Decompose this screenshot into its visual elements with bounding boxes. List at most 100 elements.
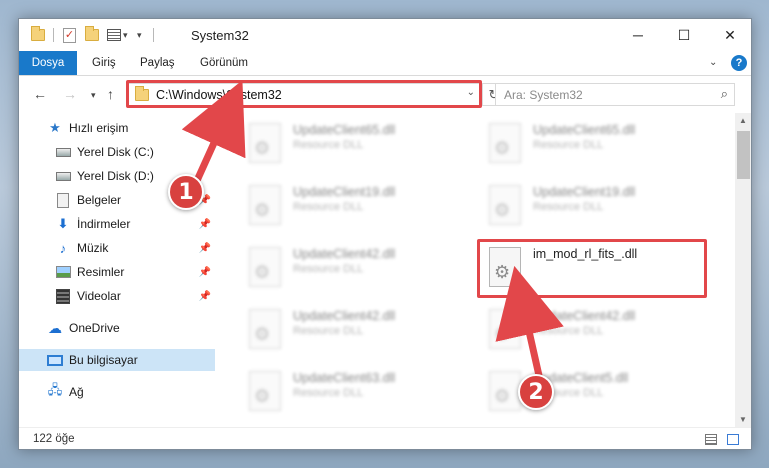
ribbon-tabs: Dosya Giriş Paylaş Görünüm ⌄ ?	[19, 51, 751, 76]
nav-item-label: Müzik	[77, 241, 109, 255]
nav-item-music[interactable]: ♪ Müzik 📌	[19, 237, 215, 259]
file-description: Resource DLL	[293, 387, 364, 399]
quick-access-dropdown-icon[interactable]: ▾	[137, 27, 142, 43]
nav-item-quick-access[interactable]: ★ Hızlı erişim	[19, 117, 215, 139]
title-bar: ✓ ▾ ▾ System32 ─ ☐ ✕	[19, 19, 751, 51]
vertical-scrollbar[interactable]: ▲ ▼	[735, 113, 751, 427]
pin-icon[interactable]: 📌	[199, 243, 211, 254]
recent-locations-chevron-icon[interactable]: ▾	[91, 90, 96, 101]
dll-file-icon	[489, 123, 521, 163]
navigation-pane: ★ Hızlı erişim Yerel Disk (C:) Yerel Dis…	[19, 113, 215, 427]
file-description: Resource DLL	[533, 139, 604, 151]
file-item[interactable]: UpdateClient65.dll Resource DLL	[477, 119, 697, 171]
computer-icon	[47, 352, 63, 368]
nav-item-label: Hızlı erişim	[69, 121, 129, 135]
toolbar-separator	[53, 27, 54, 43]
scrollbar-thumb[interactable]	[737, 131, 750, 179]
file-description: Resource DLL	[533, 325, 604, 337]
forward-arrow-icon[interactable]: →	[63, 86, 77, 102]
dll-file-icon	[489, 185, 521, 225]
new-folder-icon[interactable]	[85, 26, 99, 43]
dll-file-icon	[249, 247, 281, 287]
back-arrow-icon[interactable]: ←	[33, 86, 47, 102]
network-icon: 🖧	[47, 382, 63, 397]
minimize-button[interactable]: ─	[615, 19, 661, 51]
tab-share[interactable]: Paylaş	[129, 51, 186, 75]
file-description: Resource DLL	[293, 139, 364, 151]
file-name: UpdateClient19.dll	[293, 185, 396, 199]
step-1-badge: 1	[168, 174, 204, 210]
pin-icon[interactable]: 📌	[199, 219, 211, 230]
file-name: UpdateClient42.dll	[533, 309, 636, 323]
nav-item-pictures[interactable]: Resimler 📌	[19, 261, 215, 283]
nav-item-label: Belgeler	[77, 193, 122, 207]
file-item[interactable]: UpdateClient19.dll Resource DLL	[477, 181, 697, 233]
step-2-badge: 2	[518, 374, 554, 410]
file-description: Resource DLL	[293, 201, 364, 213]
properties-check-icon[interactable]: ✓	[63, 27, 76, 43]
download-icon: ⬇	[57, 216, 69, 231]
tab-home[interactable]: Giriş	[81, 51, 127, 75]
nav-item-network[interactable]: 🖧 Ağ	[19, 381, 215, 403]
videos-icon	[55, 288, 71, 304]
file-name: UpdateClient42.dll	[293, 247, 396, 261]
tab-view[interactable]: Görünüm	[189, 51, 259, 75]
window-title: System32	[191, 28, 249, 43]
file-name: UpdateClient42.dll	[293, 309, 396, 323]
scroll-down-icon[interactable]: ▼	[739, 415, 747, 424]
nav-item-label: Bu bilgisayar	[69, 353, 138, 367]
nav-item-label: Ağ	[69, 385, 84, 399]
close-button[interactable]: ✕	[707, 19, 751, 51]
file-name: UpdateClient65.dll	[533, 123, 636, 137]
nav-item-label: Yerel Disk (D:)	[77, 169, 154, 183]
details-view-icon[interactable]	[705, 434, 717, 445]
nav-item-local-disk-c[interactable]: Yerel Disk (C:)	[19, 141, 215, 163]
up-arrow-icon[interactable]: ↑	[107, 86, 114, 102]
scroll-up-icon[interactable]: ▲	[739, 116, 747, 125]
disk-icon	[55, 144, 71, 160]
nav-item-this-pc[interactable]: Bu bilgisayar	[19, 349, 215, 371]
file-item[interactable]: UpdateClient5.dll Resource DLL	[477, 367, 697, 419]
file-description: Resource DLL	[293, 325, 364, 337]
dll-file-icon	[249, 123, 281, 163]
dll-file-icon	[249, 185, 281, 225]
large-icons-view-icon[interactable]	[727, 434, 739, 445]
nav-item-label: Resimler	[77, 265, 125, 279]
dll-file-icon	[249, 371, 281, 411]
file-item[interactable]: UpdateClient65.dll Resource DLL	[237, 119, 457, 171]
music-icon: ♪	[59, 240, 67, 256]
help-icon[interactable]: ?	[731, 55, 747, 71]
pictures-icon	[55, 264, 71, 280]
nav-item-label: Yerel Disk (C:)	[77, 145, 154, 159]
nav-item-downloads[interactable]: ⬇ İndirmeler 📌	[19, 213, 215, 235]
chevron-down-icon[interactable]: ⌄	[709, 57, 717, 68]
nav-item-onedrive[interactable]: ☁ OneDrive	[19, 317, 215, 339]
pin-icon[interactable]: 📌	[199, 267, 211, 278]
file-item[interactable]: UpdateClient63.dll Resource DLL	[237, 367, 457, 419]
status-bar: 122 öğe	[19, 427, 751, 449]
file-item[interactable]: UpdateClient42.dll Resource DLL	[237, 305, 457, 357]
customize-toolbar-icon[interactable]: ▾	[107, 27, 128, 43]
pin-icon[interactable]: 📌	[199, 291, 211, 302]
file-name: UpdateClient65.dll	[293, 123, 396, 137]
address-bar-highlight	[126, 80, 482, 108]
target-file-highlight	[477, 239, 707, 298]
nav-item-label: OneDrive	[69, 321, 120, 335]
dll-file-icon	[249, 309, 281, 349]
dll-file-icon	[489, 371, 521, 411]
file-description: Resource DLL	[533, 201, 604, 213]
file-item[interactable]: UpdateClient42.dll Resource DLL	[237, 243, 457, 295]
disk-icon	[55, 168, 71, 184]
item-count: 122 öğe	[33, 433, 75, 445]
tab-file[interactable]: Dosya	[19, 51, 77, 75]
nav-item-videos[interactable]: Videolar 📌	[19, 285, 215, 307]
file-item[interactable]: UpdateClient42.dll Resource DLL	[477, 305, 697, 357]
cloud-icon: ☁	[48, 319, 62, 336]
file-item[interactable]: UpdateClient19.dll Resource DLL	[237, 181, 457, 233]
search-input[interactable]: Ara: System32 ⌕	[495, 83, 735, 106]
search-placeholder: Ara: System32	[504, 88, 583, 102]
documents-icon	[55, 192, 71, 208]
folder-icon	[31, 26, 45, 43]
nav-item-label: İndirmeler	[77, 217, 131, 231]
maximize-button[interactable]: ☐	[661, 19, 707, 51]
